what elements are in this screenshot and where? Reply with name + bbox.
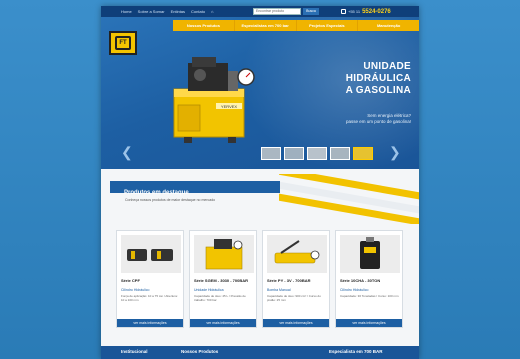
carousel-thumb[interactable] <box>307 147 327 160</box>
carousel-thumbnails <box>261 147 373 160</box>
more-info-button[interactable]: ver mais informações <box>336 319 402 327</box>
company-logo[interactable]: FT <box>109 31 137 55</box>
footer-col-institutional[interactable]: Institucional <box>121 349 148 354</box>
more-info-button[interactable]: ver mais informações <box>190 319 256 327</box>
carousel-thumb[interactable] <box>261 147 281 160</box>
product-description: Capacidade: 30 Toneladas / Curso: 100 mm <box>340 294 399 298</box>
product-description: Força de aplicação: 10 a 75 ton / Abertu… <box>121 294 178 302</box>
top-link-contact[interactable]: Contato <box>191 9 205 14</box>
carousel-next-button[interactable]: ❯ <box>389 145 401 159</box>
menu-item-projects[interactable]: Projetos Especiais <box>297 20 359 31</box>
product-card[interactable]: Série CPF Cilindro Hidráulico Força de a… <box>116 230 184 328</box>
footer-col-products[interactable]: Nossos Produtos <box>181 349 218 354</box>
product-description: Capacidade de óleo: 45 L / Pressão de tr… <box>194 294 246 302</box>
menu-item-700bar[interactable]: Especialistas em 700 bar <box>235 20 297 31</box>
carousel-prev-button[interactable]: ❮ <box>121 145 133 159</box>
hydraulic-unit-image: YERVEX <box>173 57 255 143</box>
section-heading: Produtos em destaque <box>124 190 189 196</box>
hero-headline: UNIDADE HIDRÁULICA A GASOLINA <box>301 61 411 97</box>
website-page: Home Sobre a Somar Entintas Contato ⌂ En… <box>101 6 419 359</box>
svg-text:YERVEX: YERVEX <box>221 104 237 109</box>
search-button[interactable]: Busca <box>303 8 319 15</box>
product-image <box>194 235 254 273</box>
phone-prefix: +55 11 <box>348 9 361 14</box>
product-card[interactable]: Série 10CHA - 30TON Cilindro Hidráulico … <box>335 230 403 328</box>
product-cards: Série CPF Cilindro Hidráulico Força de a… <box>116 230 406 328</box>
hero-banner: FT YERVEX UNIDADE HIDRÁULICA A GASOLINA … <box>101 17 419 169</box>
top-link-home[interactable]: Home <box>121 9 132 14</box>
main-menu: Nossos Produtos Especialistas em 700 bar… <box>173 20 419 31</box>
top-links: Home Sobre a Somar Entintas Contato ⌂ <box>121 6 213 17</box>
product-card[interactable]: Série SGEM - 3030 - 700BAR Unidade Hidrá… <box>189 230 257 328</box>
product-title: Série PY - 3V - 700BAR <box>267 278 311 283</box>
subline-line-2: passe em um ponto de gasolina! <box>345 119 411 124</box>
logo-mark-icon: FT <box>115 36 131 50</box>
search-input[interactable]: Encontrar produto <box>253 8 301 15</box>
product-card[interactable]: Série PY - 3V - 700BAR Bomba Manual Capa… <box>262 230 330 328</box>
top-link-about[interactable]: Sobre a Somar <box>138 9 165 14</box>
product-category: Cilindro Hidráulico <box>121 288 150 292</box>
product-image <box>121 235 181 273</box>
product-image <box>267 235 327 273</box>
more-info-button[interactable]: ver mais informações <box>263 319 329 327</box>
product-category: Bomba Manual <box>267 288 291 292</box>
product-image <box>340 235 400 273</box>
product-category: Unidade Hidráulica <box>194 288 224 292</box>
carousel-thumb-active[interactable] <box>353 147 373 160</box>
product-category: Cilindro Hidráulico <box>340 288 369 292</box>
product-title: Série CPF <box>121 278 140 283</box>
phone-number: 5524-0276 <box>362 8 391 15</box>
product-title: Série SGEM - 3030 - 700BAR <box>194 278 249 283</box>
headline-line-1: UNIDADE <box>363 61 411 72</box>
product-title: Série 10CHA - 30TON <box>340 278 381 283</box>
section-subheading: Conheça nossos produtos de maior destaqu… <box>125 198 216 202</box>
decorative-stripes <box>279 174 419 224</box>
headline-line-3: A GASOLINA <box>345 85 411 96</box>
phone-contact: +55 11 5524-0276 <box>341 7 391 16</box>
section-heading-bar: Produtos em destaque <box>110 181 280 196</box>
carousel-thumb[interactable] <box>330 147 350 160</box>
hero-subline: Sem energia elétrica? passe em um ponto … <box>297 113 411 125</box>
menu-item-maintenance[interactable]: Manutenção <box>358 20 419 31</box>
more-info-button[interactable]: ver mais informações <box>117 319 183 327</box>
product-description: Capacidade de óleo: 900 cm³ / Curso do p… <box>267 294 321 302</box>
home-icon[interactable]: ⌂ <box>211 9 213 14</box>
headline-line-2: HIDRÁULICA <box>345 73 411 84</box>
carousel-thumb[interactable] <box>284 147 304 160</box>
phone-icon <box>341 9 346 14</box>
menu-item-products[interactable]: Nossos Produtos <box>173 20 235 31</box>
site-footer: Institucional Nossos Produtos Especialis… <box>101 346 419 359</box>
top-link-entintas[interactable]: Entintas <box>171 9 185 14</box>
top-navigation-bar: Home Sobre a Somar Entintas Contato ⌂ En… <box>101 6 419 17</box>
footer-col-700bar[interactable]: Especialista em 700 BAR <box>329 349 383 354</box>
